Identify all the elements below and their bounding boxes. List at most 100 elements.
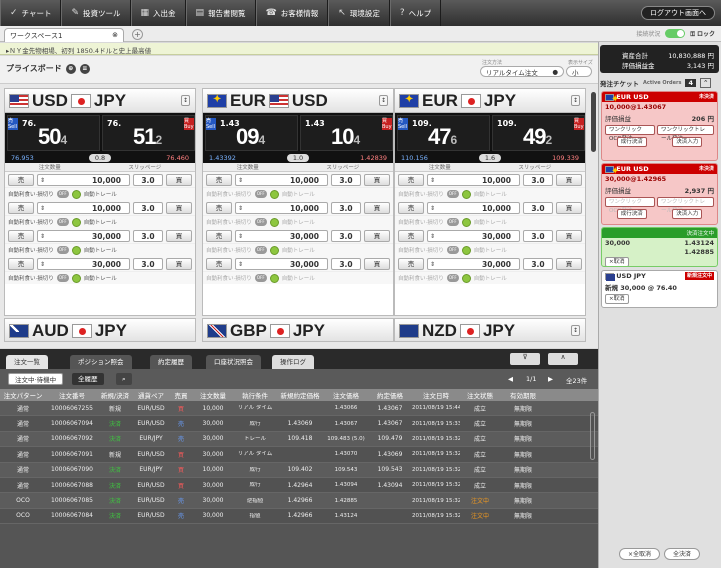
- panel-gbp-jpy[interactable]: GBP JPY: [202, 318, 394, 342]
- quantity-stepper[interactable]: 30,000: [235, 229, 328, 242]
- table-row[interactable]: 通常 10006067091 新規 EUR/USD 買 30,000 リアル タイム 1.43…: [0, 447, 598, 463]
- buy-button[interactable]: 買: [556, 201, 582, 214]
- filter-all[interactable]: 全履歴: [72, 373, 104, 385]
- cancel-button[interactable]: ×取消: [605, 257, 629, 266]
- buy-button[interactable]: 買: [166, 173, 192, 186]
- sell-button[interactable]: 売: [206, 229, 232, 242]
- table-row[interactable]: 通常 10006067090 決済 EUR/JPY 買 10,000 成行 109.402 10…: [0, 462, 598, 478]
- panel-menu-button[interactable]: ↕: [181, 95, 190, 106]
- quantity-stepper[interactable]: 30,000: [427, 257, 520, 270]
- size-select[interactable]: 小: [566, 66, 592, 77]
- ask-quote[interactable]: 買 Buy 109. 492: [492, 115, 585, 151]
- cancel-button[interactable]: ×取消: [605, 294, 629, 304]
- sell-button[interactable]: 売: [8, 229, 34, 242]
- ticket-card-new-order[interactable]: USD JPY 新規注文中 新規 30,000 @ 76.40 ×取消: [601, 270, 718, 308]
- buy-button[interactable]: 買: [364, 257, 390, 270]
- column-header[interactable]: 注文番号: [46, 390, 98, 400]
- table-row[interactable]: OCO 10006067084 決済 EUR/USD 売 30,000 指値 1.42966 1…: [0, 508, 598, 525]
- filter-pending[interactable]: 注文中·待機中: [8, 373, 64, 385]
- sell-button[interactable]: 売: [8, 257, 34, 270]
- next-page-icon[interactable]: ▶: [548, 375, 553, 383]
- collapse-icon[interactable]: ⌃: [700, 78, 712, 88]
- auto-limit-toggle[interactable]: OFF: [254, 190, 267, 198]
- oco-button[interactable]: ワンクリックOCO発注: [605, 197, 655, 214]
- column-header[interactable]: 新規約定価格: [276, 390, 324, 400]
- ask-quote[interactable]: 買 Buy 1.43 104: [300, 115, 393, 151]
- panel-menu-button[interactable]: ↕: [571, 325, 580, 336]
- sell-button[interactable]: 売: [398, 173, 424, 186]
- auto-trail-toggle[interactable]: [461, 189, 471, 199]
- column-header[interactable]: 注文数量: [192, 390, 234, 400]
- priceboard-scrollbar[interactable]: [591, 92, 596, 152]
- list-icon[interactable]: ≡: [79, 63, 90, 74]
- auto-trail-toggle[interactable]: [269, 189, 279, 199]
- column-header[interactable]: 注文価格: [324, 390, 368, 400]
- add-icon[interactable]: ⊕: [65, 63, 76, 74]
- collapse-button[interactable]: ⊽: [510, 353, 540, 365]
- auto-limit-toggle[interactable]: OFF: [254, 274, 267, 282]
- slippage-input[interactable]: 3.0: [523, 257, 553, 270]
- search-icon[interactable]: ⌕: [116, 373, 132, 385]
- auto-limit-toggle[interactable]: OFF: [56, 190, 69, 198]
- expand-button[interactable]: ∧: [548, 353, 578, 365]
- auto-limit-toggle[interactable]: OFF: [446, 274, 459, 282]
- auto-trail-toggle[interactable]: [71, 217, 81, 227]
- panel-nzd-jpy[interactable]: NZD JPY ↕: [394, 318, 586, 342]
- panel-menu-button[interactable]: ↕: [571, 95, 580, 106]
- auto-limit-toggle[interactable]: OFF: [254, 218, 267, 226]
- sell-button[interactable]: 売: [206, 257, 232, 270]
- add-workspace-button[interactable]: +: [132, 29, 143, 40]
- sell-button[interactable]: 売: [398, 201, 424, 214]
- sell-button[interactable]: 売: [398, 257, 424, 270]
- quantity-stepper[interactable]: 10,000: [427, 173, 520, 186]
- buy-button[interactable]: 買: [364, 173, 390, 186]
- auto-trail-toggle[interactable]: [461, 273, 471, 283]
- order-type-select[interactable]: リアルタイム注文 ●: [480, 66, 564, 77]
- slippage-input[interactable]: 3.0: [331, 229, 361, 242]
- quantity-stepper[interactable]: 30,000: [37, 229, 130, 242]
- buy-button[interactable]: 買: [556, 229, 582, 242]
- quantity-stepper[interactable]: 10,000: [235, 173, 328, 186]
- settle-input-button[interactable]: 決済入力: [672, 209, 703, 219]
- sell-button[interactable]: 売: [398, 229, 424, 242]
- nav-chart[interactable]: ✓ チャート: [0, 0, 62, 26]
- column-header[interactable]: 有効期限: [500, 390, 546, 400]
- nav-help[interactable]: ? ヘルプ: [389, 0, 442, 26]
- trail-button[interactable]: ワンクリックトレール発注: [656, 197, 714, 214]
- slippage-input[interactable]: 3.0: [523, 173, 553, 186]
- auto-limit-toggle[interactable]: OFF: [446, 190, 459, 198]
- connection-toggle[interactable]: [665, 29, 686, 38]
- slippage-input[interactable]: 3.0: [133, 201, 163, 214]
- table-row[interactable]: 通常 10006067094 決済 EUR/USD 売 30,000 成行 1.43069 1.…: [0, 416, 598, 432]
- trail-button[interactable]: ワンクリックトレール発注: [656, 125, 714, 142]
- quantity-stepper[interactable]: 30,000: [235, 257, 328, 270]
- market-settle-button[interactable]: 成行決済: [616, 209, 647, 219]
- panel-aud-jpy[interactable]: AUD JPY: [4, 318, 196, 342]
- auto-limit-toggle[interactable]: OFF: [446, 246, 459, 254]
- auto-trail-toggle[interactable]: [71, 189, 81, 199]
- auto-trail-toggle[interactable]: [461, 245, 471, 255]
- auto-trail-toggle[interactable]: [269, 217, 279, 227]
- auto-trail-toggle[interactable]: [71, 245, 81, 255]
- ticket-card[interactable]: EUR USD未決済 10,000@1.43067 評価損益206 円 ワンクリ…: [601, 91, 718, 161]
- table-row[interactable]: 通常 10006067088 決済 EUR/USD 買 30,000 成行 1.42964 1.…: [0, 477, 598, 494]
- auto-trail-toggle[interactable]: [461, 217, 471, 227]
- ticket-card[interactable]: EUR USD未決済 30,000@1.42965 評価損益2,937 円 ワン…: [601, 163, 718, 225]
- buy-button[interactable]: 買: [364, 201, 390, 214]
- sell-button[interactable]: 売: [206, 201, 232, 214]
- table-scrollbar[interactable]: [590, 412, 595, 460]
- buy-button[interactable]: 買: [166, 201, 192, 214]
- sell-button[interactable]: 売: [8, 201, 34, 214]
- tab-executions[interactable]: 約定履歴: [150, 355, 192, 369]
- auto-limit-toggle[interactable]: OFF: [446, 218, 459, 226]
- workspace-tab[interactable]: ワークスペース1 ⊗: [4, 28, 124, 42]
- auto-trail-toggle[interactable]: [71, 273, 81, 283]
- bid-quote[interactable]: 売 Sell 1.43 094: [205, 115, 298, 151]
- tab-log[interactable]: 操作ログ: [272, 355, 314, 369]
- slippage-input[interactable]: 3.0: [133, 229, 163, 242]
- quantity-stepper[interactable]: 30,000: [37, 257, 130, 270]
- column-header[interactable]: 新規/決済: [98, 390, 132, 400]
- oco-button[interactable]: ワンクリックOCO発注: [605, 125, 655, 142]
- auto-limit-toggle[interactable]: OFF: [56, 274, 69, 282]
- auto-limit-toggle[interactable]: OFF: [56, 246, 69, 254]
